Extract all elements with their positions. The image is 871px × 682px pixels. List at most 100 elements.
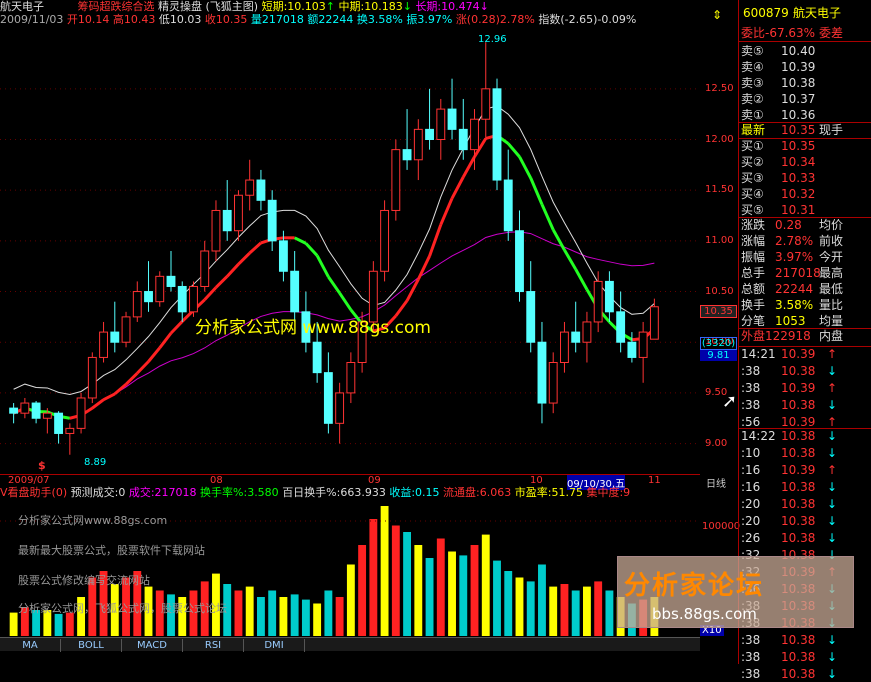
candle-body: [549, 363, 557, 404]
candle-body: [381, 210, 389, 271]
stat-label-2: 均量: [819, 313, 843, 329]
tick-time: :38: [741, 380, 760, 396]
volume-bar: [403, 532, 411, 636]
candle-body: [347, 363, 355, 393]
volume-bar: [381, 506, 389, 636]
vol-gain: 收益:0.15: [389, 486, 439, 499]
tab-macd[interactable]: MACD: [122, 639, 183, 652]
vol-100d-turnover: 百日换手%:663.933: [282, 486, 386, 499]
tick-time: :16: [741, 462, 760, 478]
ma-white-line: [14, 106, 655, 394]
ask-label: 卖④: [741, 59, 764, 75]
candle-body: [201, 251, 209, 286]
tick-dir: ↓: [827, 666, 837, 682]
low-label: 8.89: [84, 457, 106, 468]
tick-dir: ↓: [827, 649, 837, 665]
vol-indicator-name[interactable]: V看盘助手(0): [0, 486, 67, 499]
candle-body: [336, 393, 344, 423]
tick-dir: ↓: [827, 363, 837, 379]
price-chart[interactable]: [0, 28, 700, 474]
tick-dir: ↓: [827, 479, 837, 495]
tick-time: :16: [741, 479, 760, 495]
tick-dir: ↓: [827, 445, 837, 461]
tick-dir: ↓: [827, 397, 837, 413]
trend-line-segment: [328, 277, 339, 293]
candle-body: [100, 332, 108, 357]
ask-label: 卖③: [741, 75, 764, 91]
candle-body: [55, 413, 63, 433]
stat-value: 0.28: [775, 217, 802, 233]
turnover: 换3.58%: [357, 13, 403, 26]
ask-price: 10.38: [781, 75, 815, 91]
trend-line-segment: [418, 256, 429, 279]
tab-boll[interactable]: BOLL: [61, 639, 122, 652]
trend-line-segment: [306, 243, 317, 255]
cursor-tag: (3320): [700, 337, 737, 350]
xlabel-nov: 11: [648, 475, 661, 486]
tick-price: 10.38: [781, 530, 815, 546]
ma-short: 短期:10.103: [262, 0, 326, 13]
period-daily[interactable]: 日线: [706, 475, 726, 490]
candle-body: [178, 286, 186, 311]
inner-volume: 内盘: [819, 328, 843, 344]
formula-name[interactable]: 筹码超跌综合选: [78, 0, 155, 13]
stat-label: 涨跌: [741, 217, 765, 233]
trend-line-segment: [508, 144, 519, 157]
candle-body: [88, 357, 96, 398]
vol-deal: 成交:217018: [129, 486, 197, 499]
vol-concentration: 集中度:9: [586, 486, 630, 499]
candle-body: [111, 332, 119, 342]
tab-ma[interactable]: MA: [0, 639, 61, 652]
volume-bar: [358, 545, 366, 636]
bid-label: 买①: [741, 138, 764, 154]
ma-long: 长期:10.474: [415, 0, 479, 13]
tick-price: 10.38: [781, 513, 815, 529]
tick-price: 10.38: [781, 428, 815, 444]
tick-price: 10.38: [781, 666, 815, 682]
tool-name: 精灵操盘: [158, 0, 202, 13]
tick-dir: ↓: [827, 513, 837, 529]
trend-line-segment: [104, 394, 115, 400]
vol-watermark-2: 最新最大股票公式，股票软件下载网站: [18, 542, 205, 558]
bid-price: 10.35: [781, 138, 815, 154]
vol-float: 流通盘:6.063: [443, 486, 511, 499]
vol-pe: 市盈率:51.75: [515, 486, 583, 499]
ask-label: 卖⑤: [741, 43, 764, 59]
volume-bar: [336, 597, 344, 636]
candle-body: [437, 109, 445, 139]
volume-bar: [493, 561, 501, 636]
trend-line-segment: [564, 250, 575, 269]
tick-dir: ↑: [827, 380, 837, 396]
change: 涨(0.28)2.78%: [456, 13, 535, 26]
arrows-icon[interactable]: ⇕: [712, 8, 722, 22]
candle-body: [268, 200, 276, 241]
volume-bar: [459, 555, 467, 636]
bid-label: 买⑤: [741, 202, 764, 218]
trend-line-segment: [441, 198, 452, 224]
volume-bar: [55, 614, 63, 636]
volume-bar: [572, 591, 580, 637]
volume-bar: [10, 613, 18, 636]
tab-rsi[interactable]: RSI: [183, 639, 244, 652]
dollar-icon: $: [38, 459, 46, 472]
stat-label-2: 均价: [819, 217, 843, 233]
stat-value: 3.97%: [775, 249, 813, 265]
stat-label-2: 最低: [819, 281, 843, 297]
stat-value: 1053: [775, 313, 806, 329]
stat-label-2: 最高: [819, 265, 843, 281]
low: 低10.03: [159, 13, 202, 26]
volume-bar: [246, 587, 254, 636]
trend-line-segment: [452, 177, 463, 198]
volume-bar: [324, 591, 332, 637]
candle-body: [212, 210, 220, 251]
commission-diff: 委差: [819, 25, 843, 41]
tick-price: 10.38: [781, 445, 815, 461]
volume-bar: [268, 591, 276, 637]
trend-line-segment: [542, 204, 553, 229]
candle-body: [605, 281, 613, 311]
candle-body: [650, 307, 658, 339]
candle-body: [122, 317, 130, 342]
vol-turnover: 换手率%:3.580: [200, 486, 279, 499]
stock-name: 航天电子: [0, 0, 44, 13]
tab-dmi[interactable]: DMI: [244, 639, 305, 652]
